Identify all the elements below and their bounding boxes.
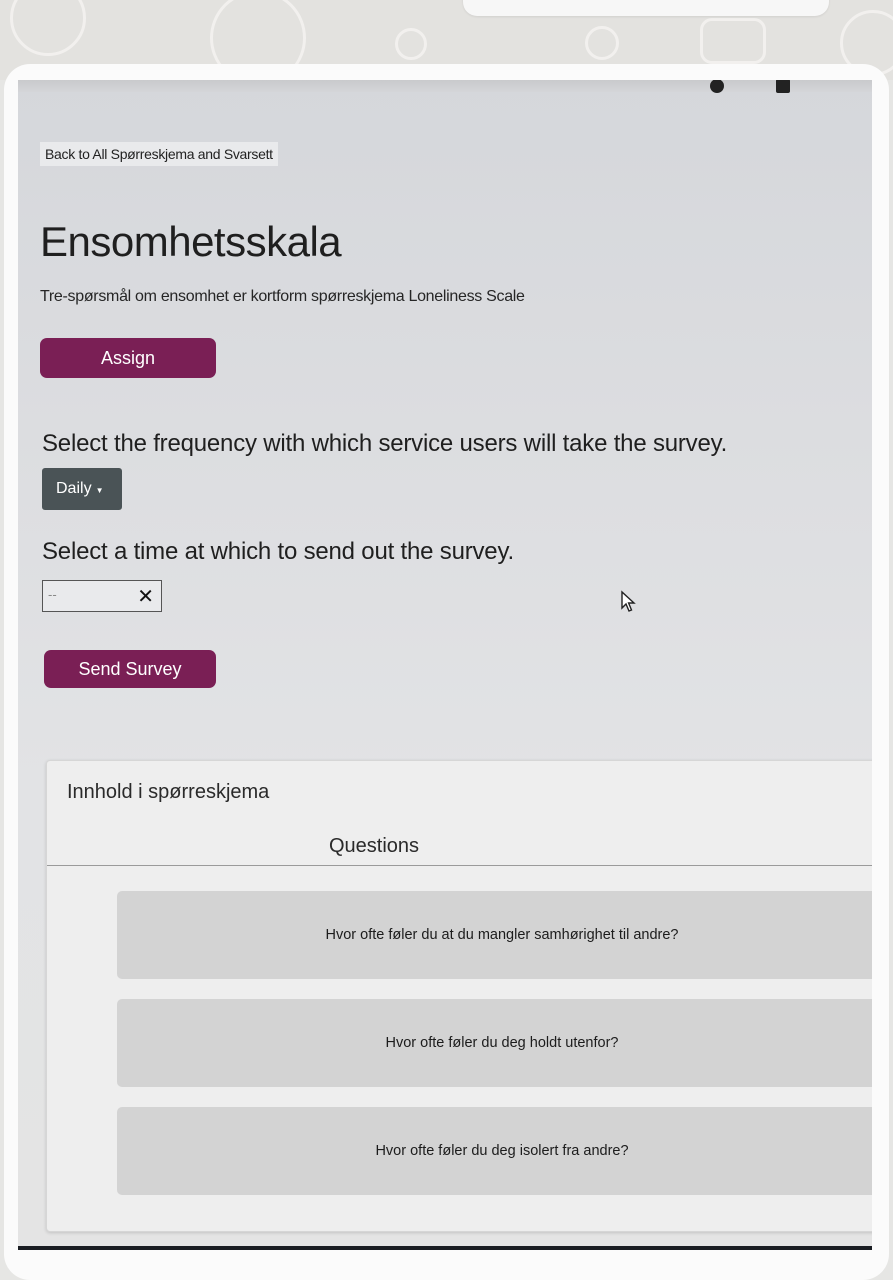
windows-taskbar [18,1246,872,1250]
question-text: Hvor ofte føler du deg isolert fra andre… [375,1143,629,1159]
page-subtitle: Tre-spørsmål om ensomhet er kortform spø… [40,288,525,305]
question-card: Hvor ofte føler du at du mangler samhøri… [117,891,872,979]
monitor-screen: Back to All Spørreskjema and Svarsett En… [18,80,872,1250]
wallpaper-doodle [585,26,619,60]
back-to-surveys-link[interactable]: Back to All Spørreskjema and Svarsett [40,142,278,166]
frequency-dropdown-value: Daily [56,480,92,497]
question-text: Hvor ofte føler du deg holdt utenfor? [385,1035,619,1051]
caret-down-icon: ▼ [95,485,104,495]
clear-time-icon[interactable]: ✕ [137,584,154,609]
mouse-cursor-icon [621,590,636,612]
panel-heading: Innhold i spørreskjema [67,781,270,803]
time-picker-value: -- [48,587,57,602]
browser-extension-icon[interactable] [710,80,724,93]
question-card: Hvor ofte føler du deg holdt utenfor? [117,999,872,1087]
frequency-label: Select the frequency with which service … [42,430,728,457]
send-survey-button[interactable]: Send Survey [44,650,216,688]
time-label: Select a time at which to send out the s… [42,538,514,565]
browser-profile-icon[interactable] [776,80,790,93]
chat-message-bubble [463,0,829,16]
wallpaper-doodle [700,18,766,64]
time-picker-input[interactable]: -- ✕ [42,580,162,612]
question-card: Hvor ofte føler du deg isolert fra andre… [117,1107,872,1195]
page-title: Ensomhetsskala [40,218,342,265]
question-text: Hvor ofte føler du at du mangler samhøri… [325,927,679,943]
questions-column-header: Questions [47,819,872,866]
browser-toolbar-strip [18,80,872,93]
frequency-dropdown[interactable]: Daily ▼ [42,468,122,510]
survey-contents-panel: Innhold i spørreskjema Questions Hvor of… [46,760,872,1232]
wallpaper-doodle [395,28,427,60]
questions-header-label: Questions [329,835,420,857]
assign-button[interactable]: Assign [40,338,216,378]
wallpaper-doodle [10,0,86,56]
